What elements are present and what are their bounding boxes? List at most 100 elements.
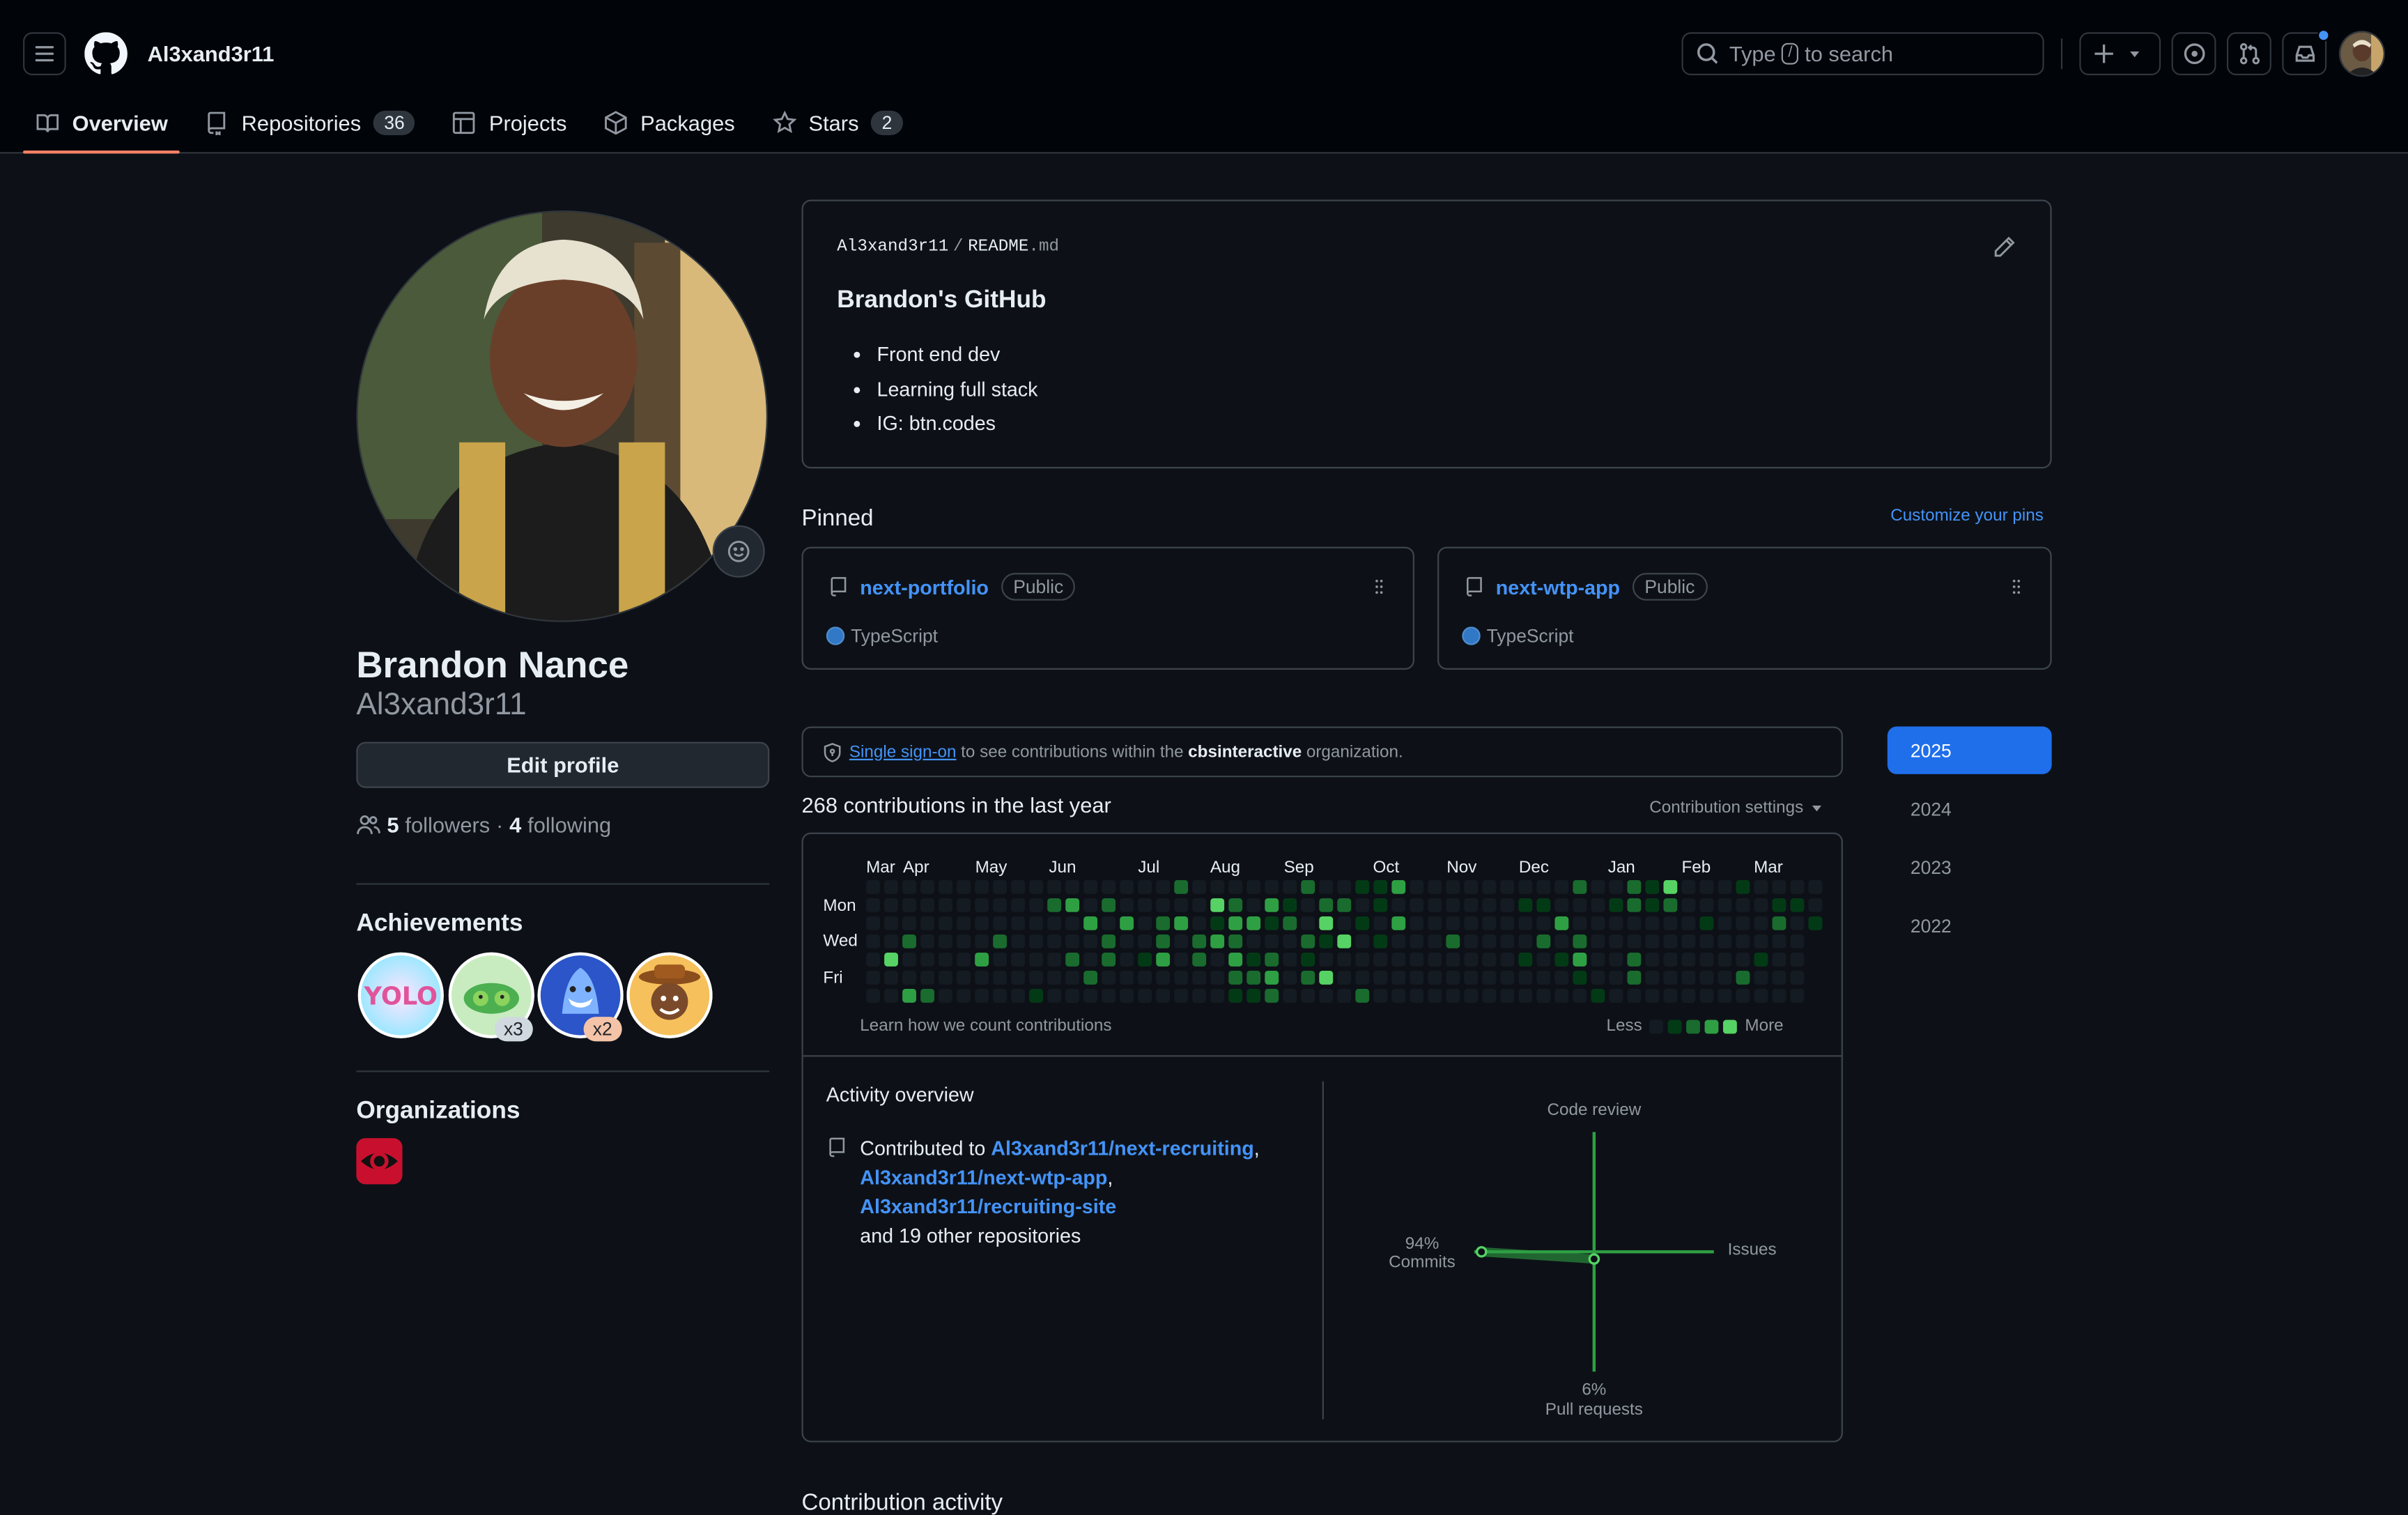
contribution-day-cell[interactable] [1718, 970, 1732, 985]
contribution-day-cell[interactable] [902, 916, 916, 930]
contribution-day-cell[interactable] [993, 988, 1008, 1003]
contribution-day-cell[interactable] [975, 952, 989, 967]
contribution-day-cell[interactable] [1446, 970, 1460, 985]
contribution-day-cell[interactable] [902, 934, 916, 948]
issues-button[interactable] [2171, 32, 2216, 76]
contribution-day-cell[interactable] [1754, 898, 1768, 912]
contribution-day-cell[interactable] [1554, 934, 1569, 948]
contribution-day-cell[interactable] [1120, 879, 1134, 894]
contribution-day-cell[interactable] [1790, 952, 1805, 967]
contribution-day-cell[interactable] [1663, 988, 1678, 1003]
contribution-day-cell[interactable] [1464, 879, 1479, 894]
contribution-day-cell[interactable] [1446, 916, 1460, 930]
contribution-day-cell[interactable] [993, 879, 1008, 894]
contribution-day-cell[interactable] [1500, 952, 1515, 967]
contribution-day-cell[interactable] [1573, 916, 1587, 930]
contribution-day-cell[interactable] [939, 934, 952, 948]
contribution-day-cell[interactable] [1554, 898, 1569, 912]
contribution-day-cell[interactable] [1518, 934, 1533, 948]
followers-link[interactable]: 5 followers [387, 813, 490, 837]
contribution-day-cell[interactable] [920, 898, 934, 912]
contribution-day-cell[interactable] [1102, 988, 1116, 1003]
contribution-day-cell[interactable] [1120, 988, 1134, 1003]
contribution-day-cell[interactable] [939, 952, 952, 967]
contribution-day-cell[interactable] [1718, 952, 1732, 967]
contribution-day-cell[interactable] [1446, 898, 1460, 912]
contribution-day-cell[interactable] [1536, 916, 1551, 930]
contribution-day-cell[interactable] [1446, 952, 1460, 967]
contribution-day-cell[interactable] [1065, 952, 1080, 967]
contribution-day-cell[interactable] [1083, 970, 1098, 985]
contribution-day-cell[interactable] [993, 898, 1008, 912]
contribution-day-cell[interactable] [1192, 934, 1207, 948]
contribution-day-cell[interactable] [920, 916, 934, 930]
contribution-day-cell[interactable] [1500, 916, 1515, 930]
contribution-day-cell[interactable] [1083, 916, 1098, 930]
contribution-day-cell[interactable] [884, 916, 898, 930]
contribution-day-cell[interactable] [1192, 970, 1207, 985]
contribution-day-cell[interactable] [866, 934, 880, 948]
contribution-day-cell[interactable] [1482, 934, 1497, 948]
contribution-day-cell[interactable] [1482, 879, 1497, 894]
contribution-day-cell[interactable] [1373, 879, 1388, 894]
contribution-day-cell[interactable] [1754, 970, 1768, 985]
contribution-day-cell[interactable] [1083, 879, 1098, 894]
contribution-day-cell[interactable] [1029, 916, 1044, 930]
contribution-day-cell[interactable] [1337, 934, 1352, 948]
contribution-day-cell[interactable] [1591, 952, 1605, 967]
contribution-day-cell[interactable] [1645, 898, 1660, 912]
contribution-day-cell[interactable] [1355, 934, 1370, 948]
contribution-day-cell[interactable] [1337, 970, 1352, 985]
contribution-day-cell[interactable] [1500, 970, 1515, 985]
customize-pins-link[interactable]: Customize your pins [1890, 507, 2044, 525]
contribution-day-cell[interactable] [1156, 970, 1171, 985]
contribution-day-cell[interactable] [1663, 970, 1678, 985]
contribution-day-cell[interactable] [1138, 988, 1152, 1003]
contribution-day-cell[interactable] [1283, 898, 1297, 912]
contribution-day-cell[interactable] [993, 934, 1008, 948]
contribution-day-cell[interactable] [1065, 988, 1080, 1003]
tab-repositories[interactable]: Repositories 36 [192, 92, 428, 153]
contribution-day-cell[interactable] [1029, 970, 1044, 985]
contribution-day-cell[interactable] [1536, 898, 1551, 912]
contribution-day-cell[interactable] [975, 970, 989, 985]
contribution-day-cell[interactable] [1391, 934, 1406, 948]
contribution-day-cell[interactable] [1192, 879, 1207, 894]
contribution-day-cell[interactable] [957, 952, 971, 967]
contribution-day-cell[interactable] [1029, 952, 1044, 967]
contribution-day-cell[interactable] [1083, 952, 1098, 967]
contribution-day-cell[interactable] [1482, 988, 1497, 1003]
contribution-day-cell[interactable] [1047, 898, 1062, 912]
contribution-day-cell[interactable] [1718, 988, 1732, 1003]
tab-packages[interactable]: Packages [592, 92, 748, 153]
contribution-day-cell[interactable] [1681, 970, 1696, 985]
contribution-day-cell[interactable] [1174, 934, 1189, 948]
contribution-day-cell[interactable] [1011, 970, 1026, 985]
contribution-day-cell[interactable] [1192, 988, 1207, 1003]
contribution-day-cell[interactable] [1591, 916, 1605, 930]
contribution-day-cell[interactable] [1355, 916, 1370, 930]
contribution-day-cell[interactable] [1138, 934, 1152, 948]
contribution-day-cell[interactable] [866, 988, 880, 1003]
contribution-day-cell[interactable] [1573, 970, 1587, 985]
contribution-day-cell[interactable] [1065, 934, 1080, 948]
contribution-day-cell[interactable] [975, 988, 989, 1003]
contribution-day-cell[interactable] [1319, 952, 1334, 967]
contribution-day-cell[interactable] [1156, 952, 1171, 967]
contribution-day-cell[interactable] [1228, 988, 1243, 1003]
contribution-day-cell[interactable] [1609, 916, 1623, 930]
contribution-day-cell[interactable] [1029, 879, 1044, 894]
year-2025[interactable]: 2025 [1887, 726, 2052, 774]
contribution-day-cell[interactable] [1102, 952, 1116, 967]
contribution-day-cell[interactable] [1645, 879, 1660, 894]
contribution-day-cell[interactable] [1518, 879, 1533, 894]
contribution-day-cell[interactable] [1609, 970, 1623, 985]
contribution-day-cell[interactable] [1754, 916, 1768, 930]
contribution-day-cell[interactable] [975, 898, 989, 912]
contribution-day-cell[interactable] [1699, 934, 1714, 948]
contribution-day-cell[interactable] [1482, 898, 1497, 912]
create-new-button[interactable] [2079, 32, 2161, 76]
contribution-day-cell[interactable] [1790, 934, 1805, 948]
repo-link[interactable]: Al3xand3r11/next-recruiting [991, 1137, 1253, 1160]
drag-handle[interactable] [2007, 576, 2025, 604]
